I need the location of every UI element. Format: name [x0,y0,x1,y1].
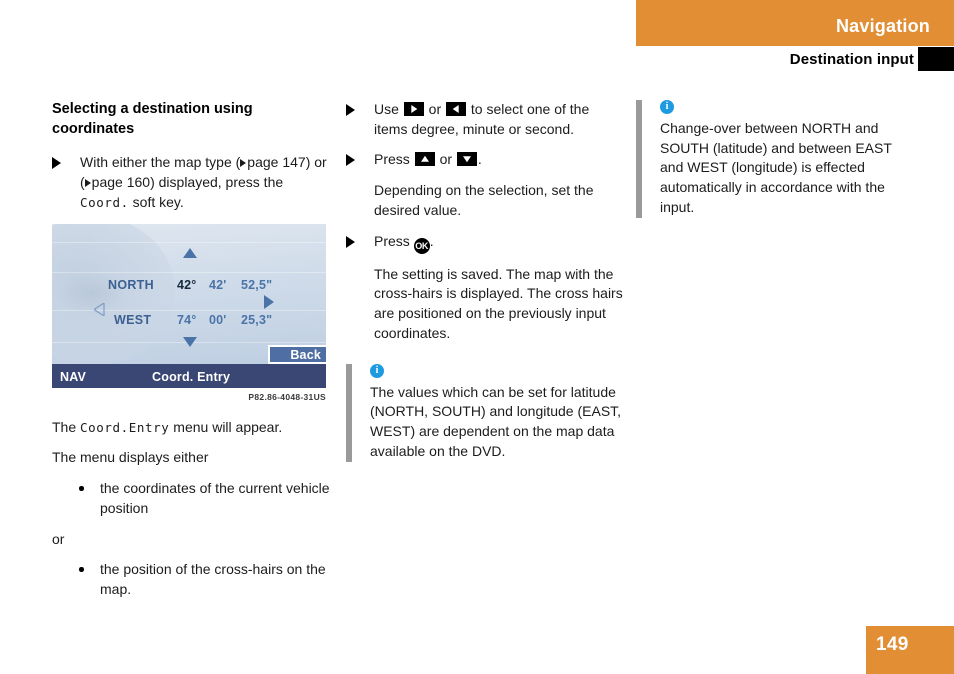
or-separator-label: or [52,530,65,547]
status-screen-name: Coord. Entry [152,369,231,384]
screen-scanline [52,241,326,243]
step-text-mid: or [424,101,446,117]
nav-screen-illustration: NORTH WEST 42° 42' 52,5" 74° 00' 25,3" Back … [52,223,326,388]
latitude-degrees[interactable]: 42° [177,278,209,292]
page-number: 149 [876,634,909,655]
step-text-pre: Press [374,151,414,168]
latitude-hemisphere-label: NORTH [108,277,154,292]
bullet-dot-icon [79,567,84,572]
info-note-text: Change-over between NORTH and SOUTH (lat… [660,120,892,215]
longitude-minutes[interactable]: 00' [209,313,241,327]
step-text-part1: With either the map type ( [80,154,241,171]
nav-arrow-up-icon[interactable] [183,247,197,258]
figure-code-caption: P82.86-4048-31US [248,391,326,402]
longitude-hemisphere-label: WEST [114,312,152,327]
softkey-coord-label: Coord. [80,194,129,210]
note-accent-bar [636,100,642,218]
step-item: With either the map type (page 147) or (… [52,153,330,212]
step-text-part4: soft key. [128,193,184,210]
section-title: Destination input [789,51,914,68]
middle-column: Use or to select one of the items degree… [346,100,624,478]
step-triangle-icon [346,104,355,116]
chapter-title: Navigation [835,16,930,36]
longitude-degrees[interactable]: 74° [177,313,209,327]
latitude-minutes[interactable]: 42' [209,278,241,292]
step-explanation-text: Depending on the selection, set the desi… [374,182,594,218]
info-icon: i [370,363,384,378]
list-item: the coordinates of the current vehicle p… [52,479,330,518]
nav-arrow-left-icon[interactable] [94,297,105,316]
page-title: Selecting a destination using coordinate… [52,101,253,137]
nav-screen-figure: NORTH WEST 42° 42' 52,5" 74° 00' 25,3" Back … [52,223,326,402]
back-softkey-label: Back [290,347,321,362]
step-text-pre: Use [374,101,403,117]
longitude-value-row: 74° 00' 25,3" [177,313,273,327]
info-note-text: The values which can be set for latitude… [370,383,622,459]
arrow-up-key-icon[interactable] [414,152,435,167]
nav-arrow-down-icon[interactable] [183,336,197,347]
arrow-down-key-icon[interactable] [456,152,477,167]
page-ref-triangle-icon [240,158,247,167]
list-item: the position of the cross-hairs on the m… [52,560,330,599]
info-icon: i [660,100,674,114]
note-accent-bar [346,363,352,462]
menu-appear-text: The Coord.Entry menu will appear. [52,418,330,438]
thumb-index-tab [918,47,954,71]
arrow-left-key-icon[interactable] [446,102,467,116]
screen-scanline [52,271,326,273]
bullet-dot-icon [79,486,84,491]
ok-button-icon[interactable]: OK [413,237,430,254]
nav-arrow-right-icon[interactable] [264,294,274,309]
info-note: i The values which can be set for latitu… [346,363,624,462]
step-text-post: . [429,232,434,249]
menu-appear-post: menu will appear. [169,418,283,435]
page-ref-1: page 147 [247,154,306,171]
arrow-right-key-icon[interactable] [403,102,424,116]
menu-name-mono: Coord.Entry [80,419,170,435]
step-triangle-icon [346,235,355,248]
menu-appear-pre: The [52,418,81,435]
step-text-pre: Press [374,232,414,249]
step-text-post: . [477,151,482,168]
step-triangle-icon [52,157,61,170]
longitude-seconds[interactable]: 25,3" [241,313,273,327]
step-item: Press or . [346,150,624,170]
step-text-mid: or [435,151,456,168]
status-mode-label: NAV [60,369,87,384]
menu-displays-text: The menu displays either [52,449,209,466]
latitude-seconds[interactable]: 52,5" [241,278,273,292]
page-ref-triangle-icon [84,178,91,187]
page-ref-2: page 160 [91,174,151,191]
step-item: Use or to select one of the items degree… [346,100,624,139]
bullet-text: the position of the cross-hairs on the m… [100,561,326,598]
latitude-value-row: 42° 42' 52,5" [177,278,273,292]
right-column: i Change-over between NORTH and SOUTH (l… [636,100,914,234]
step-result-text: The setting is saved. The map with the c… [374,265,623,341]
bullet-text: the coordinates of the current vehicle p… [100,480,330,516]
info-note: i Change-over between NORTH and SOUTH (l… [636,100,914,218]
step-item: Press OK. [346,232,624,254]
step-triangle-icon [346,154,355,167]
left-column: Selecting a destination using coordinate… [52,100,330,611]
step-text-part3: ) displayed, press the [150,174,284,191]
